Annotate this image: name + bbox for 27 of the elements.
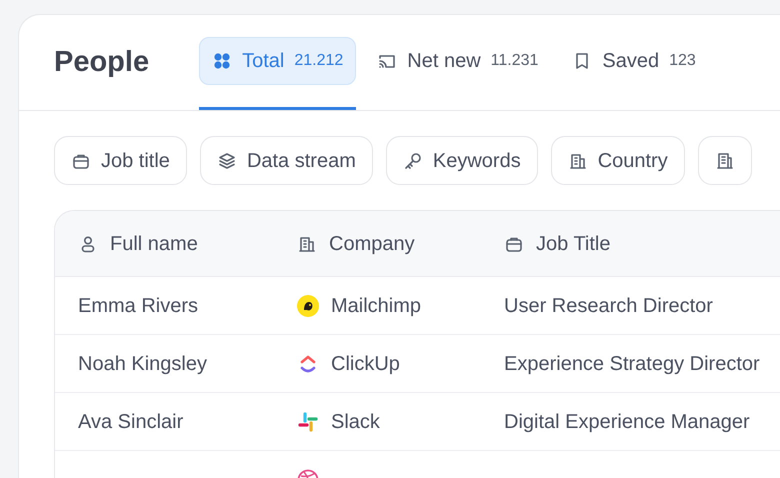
table-cell-text: Mailchimp <box>331 294 422 318</box>
table-cell-text: ClickUp <box>331 352 400 376</box>
filter-button[interactable]: Keywords <box>386 136 538 185</box>
table-cell: Emma Rivers <box>78 294 198 316</box>
layers-icon <box>216 150 237 170</box>
table-cell: Digital Experience Manager <box>504 410 750 432</box>
grid-icon <box>212 51 232 71</box>
column-header: Company <box>295 228 504 258</box>
company-logo-icon <box>297 294 319 316</box>
table-cell: Noah Kingsley <box>78 352 207 374</box>
table-cell: Experience Strategy Director <box>504 352 760 374</box>
column-header: Full name <box>55 228 295 258</box>
tab[interactable]: Total 21.212 <box>199 37 356 85</box>
table-cell: User Research Director <box>504 294 713 316</box>
column-header: Job Title <box>504 228 780 258</box>
table-cell-text: Slack <box>331 410 380 434</box>
tab[interactable]: Net new 11.231 <box>364 37 552 85</box>
company-logo-icon <box>297 410 319 432</box>
page-title: People <box>54 44 150 80</box>
filter-button[interactable] <box>698 136 752 185</box>
building-icon <box>714 150 735 170</box>
filter-button[interactable]: Job title <box>54 136 187 185</box>
table-cell: Ava Sinclair <box>78 410 184 432</box>
filter-button[interactable]: Data stream <box>200 136 373 185</box>
key-icon <box>402 150 423 170</box>
tab[interactable]: Saved 123 <box>559 37 709 85</box>
filter-button[interactable]: Country <box>550 136 685 185</box>
